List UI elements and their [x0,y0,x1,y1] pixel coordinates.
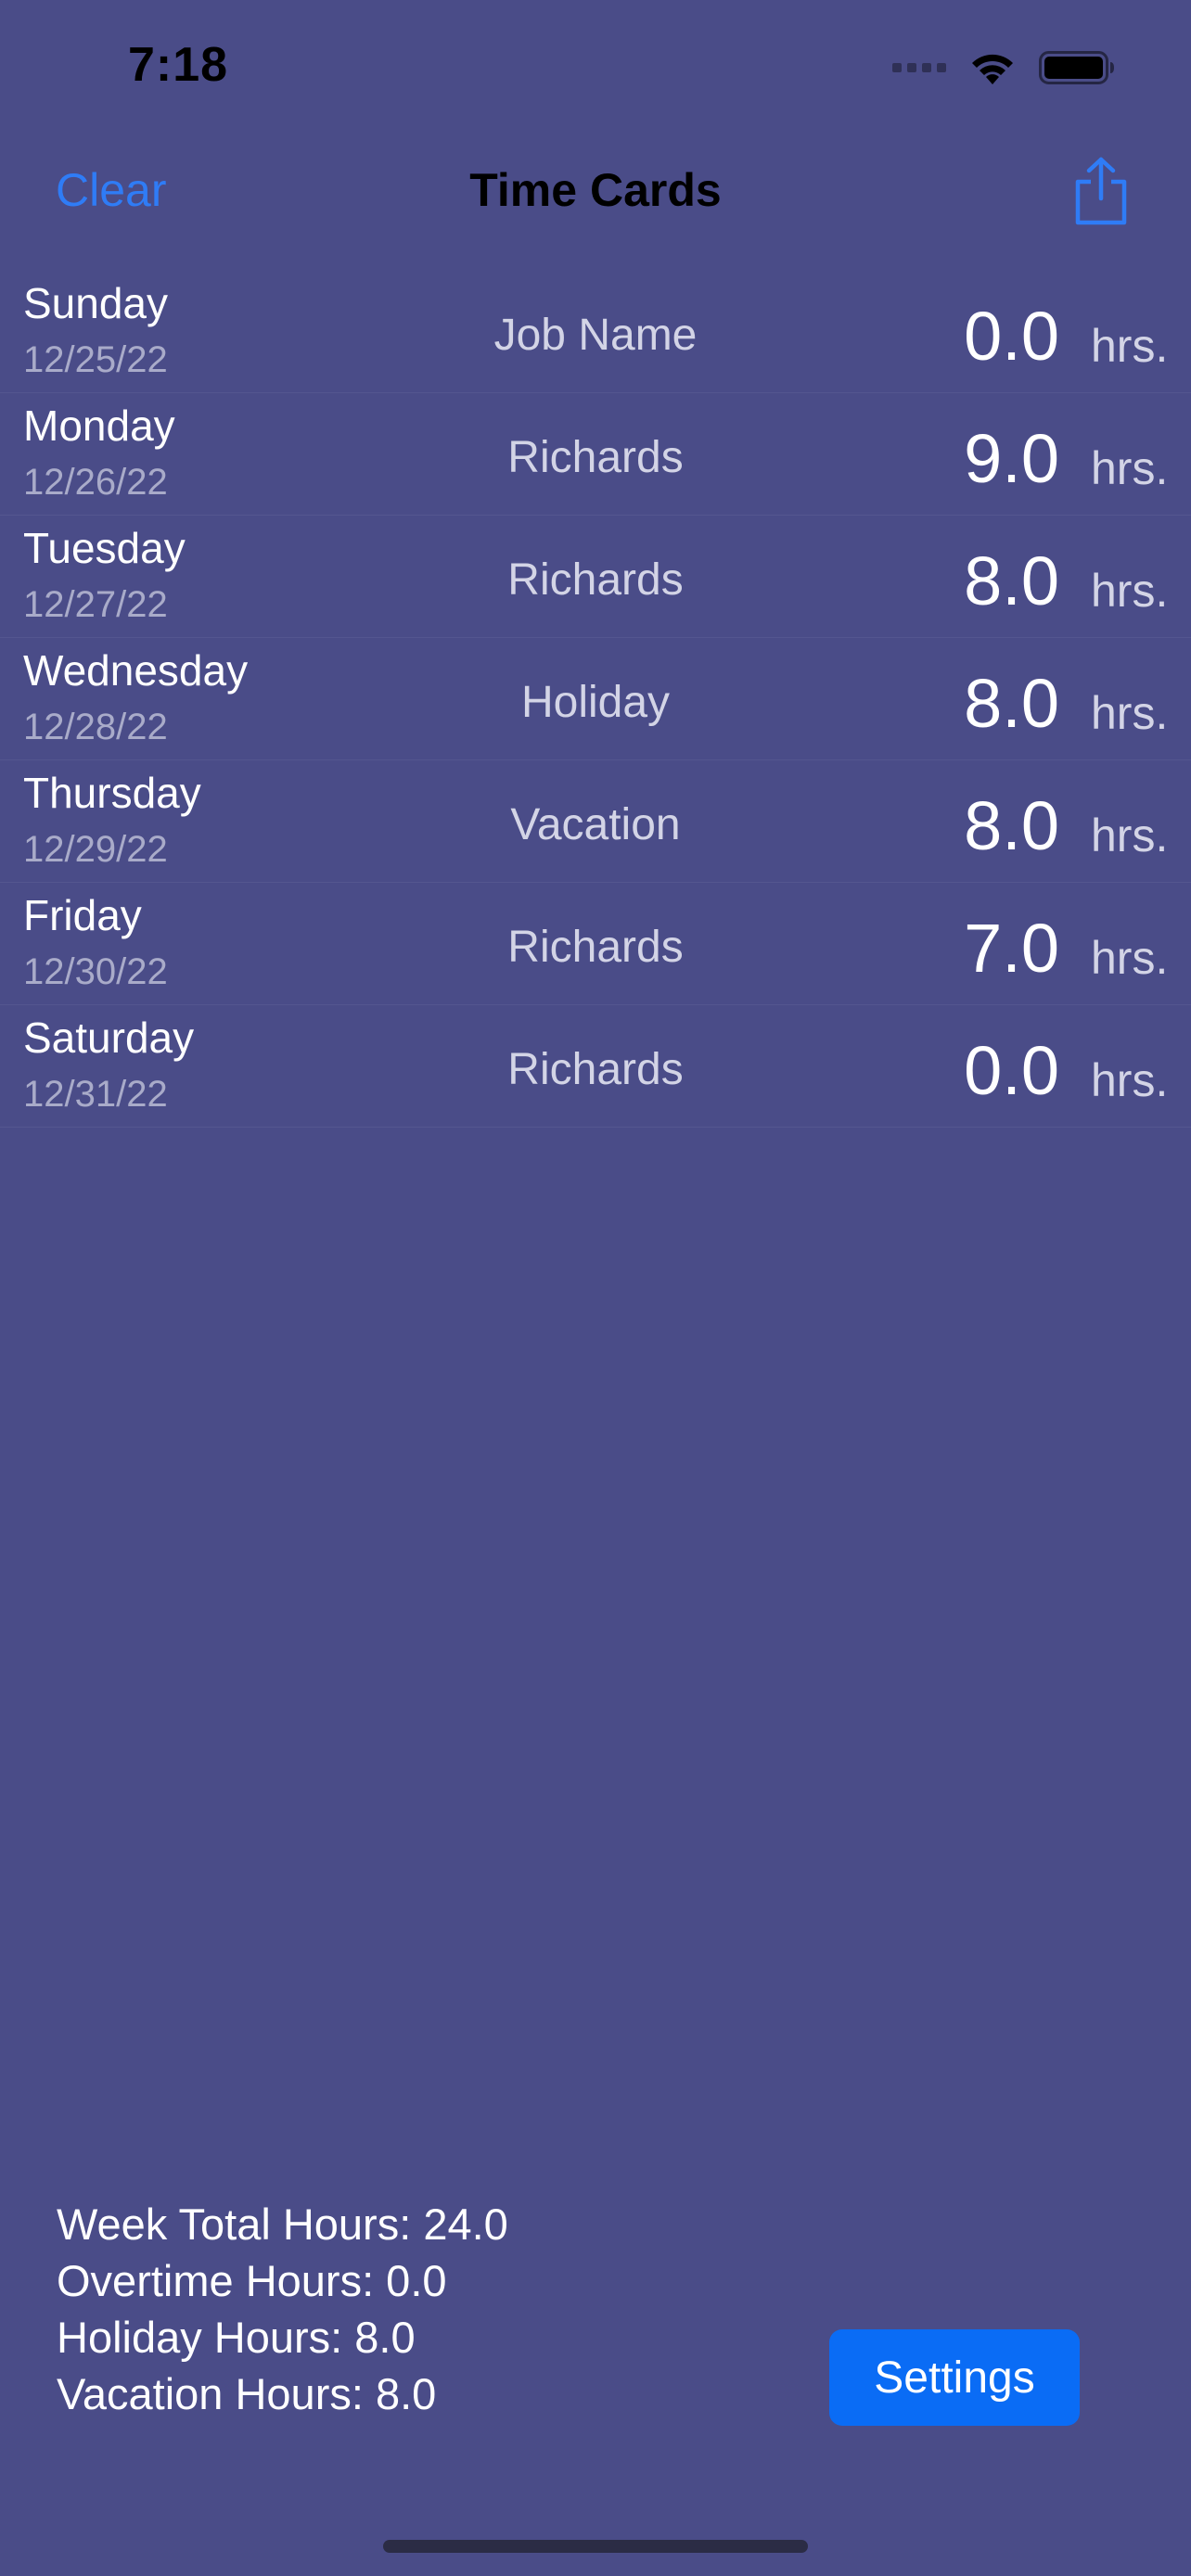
day-list: Sunday 12/25/22 Job Name 0.0 hrs. Monday… [0,271,1191,1128]
hours-value: 8.0 [964,665,1059,742]
status-bar: 7:18 [0,0,1191,139]
status-icons [892,46,1115,89]
hours-unit: hrs. [1091,932,1169,984]
day-row-wednesday[interactable]: Wednesday 12/28/22 Holiday 8.0 hrs. [0,638,1191,760]
hours-unit: hrs. [1091,687,1169,739]
holiday-hours: Holiday Hours: 8.0 [57,2313,416,2362]
day-row-thursday[interactable]: Thursday 12/29/22 Vacation 8.0 hrs. [0,760,1191,883]
wifi-icon [972,54,1013,84]
hours-unit: hrs. [1091,320,1169,372]
hours-unit: hrs. [1091,810,1169,861]
week-total-hours: Week Total Hours: 24.0 [57,2200,508,2249]
vacation-hours: Vacation Hours: 8.0 [57,2369,437,2418]
hours-value: 0.0 [964,1032,1059,1109]
hours-value: 9.0 [964,420,1059,497]
hours-unit: hrs. [1091,1054,1169,1106]
day-row-tuesday[interactable]: Tuesday 12/27/22 Richards 8.0 hrs. [0,516,1191,638]
page-title: Time Cards [469,164,722,216]
signal-icon [892,63,946,72]
hours-unit: hrs. [1091,565,1169,617]
navigation-bar: Clear Time Cards [0,139,1191,250]
day-row-saturday[interactable]: Saturday 12/31/22 Richards 0.0 hrs. [0,1005,1191,1128]
hours-value: 7.0 [964,910,1059,987]
day-row-sunday[interactable]: Sunday 12/25/22 Job Name 0.0 hrs. [0,271,1191,393]
home-indicator[interactable] [383,2540,808,2553]
share-icon[interactable] [1070,156,1132,226]
day-row-monday[interactable]: Monday 12/26/22 Richards 9.0 hrs. [0,393,1191,516]
hours-value: 0.0 [964,298,1059,375]
overtime-hours: Overtime Hours: 0.0 [57,2256,447,2305]
hours-summary: Week Total Hours: 24.0 Overtime Hours: 0… [57,2196,508,2422]
battery-icon [1039,51,1114,84]
hours-value: 8.0 [964,542,1059,619]
hours-value: 8.0 [964,787,1059,864]
hours-unit: hrs. [1091,442,1169,494]
day-row-friday[interactable]: Friday 12/30/22 Richards 7.0 hrs. [0,883,1191,1005]
status-time: 7:18 [128,38,229,92]
settings-button[interactable]: Settings [829,2329,1080,2426]
